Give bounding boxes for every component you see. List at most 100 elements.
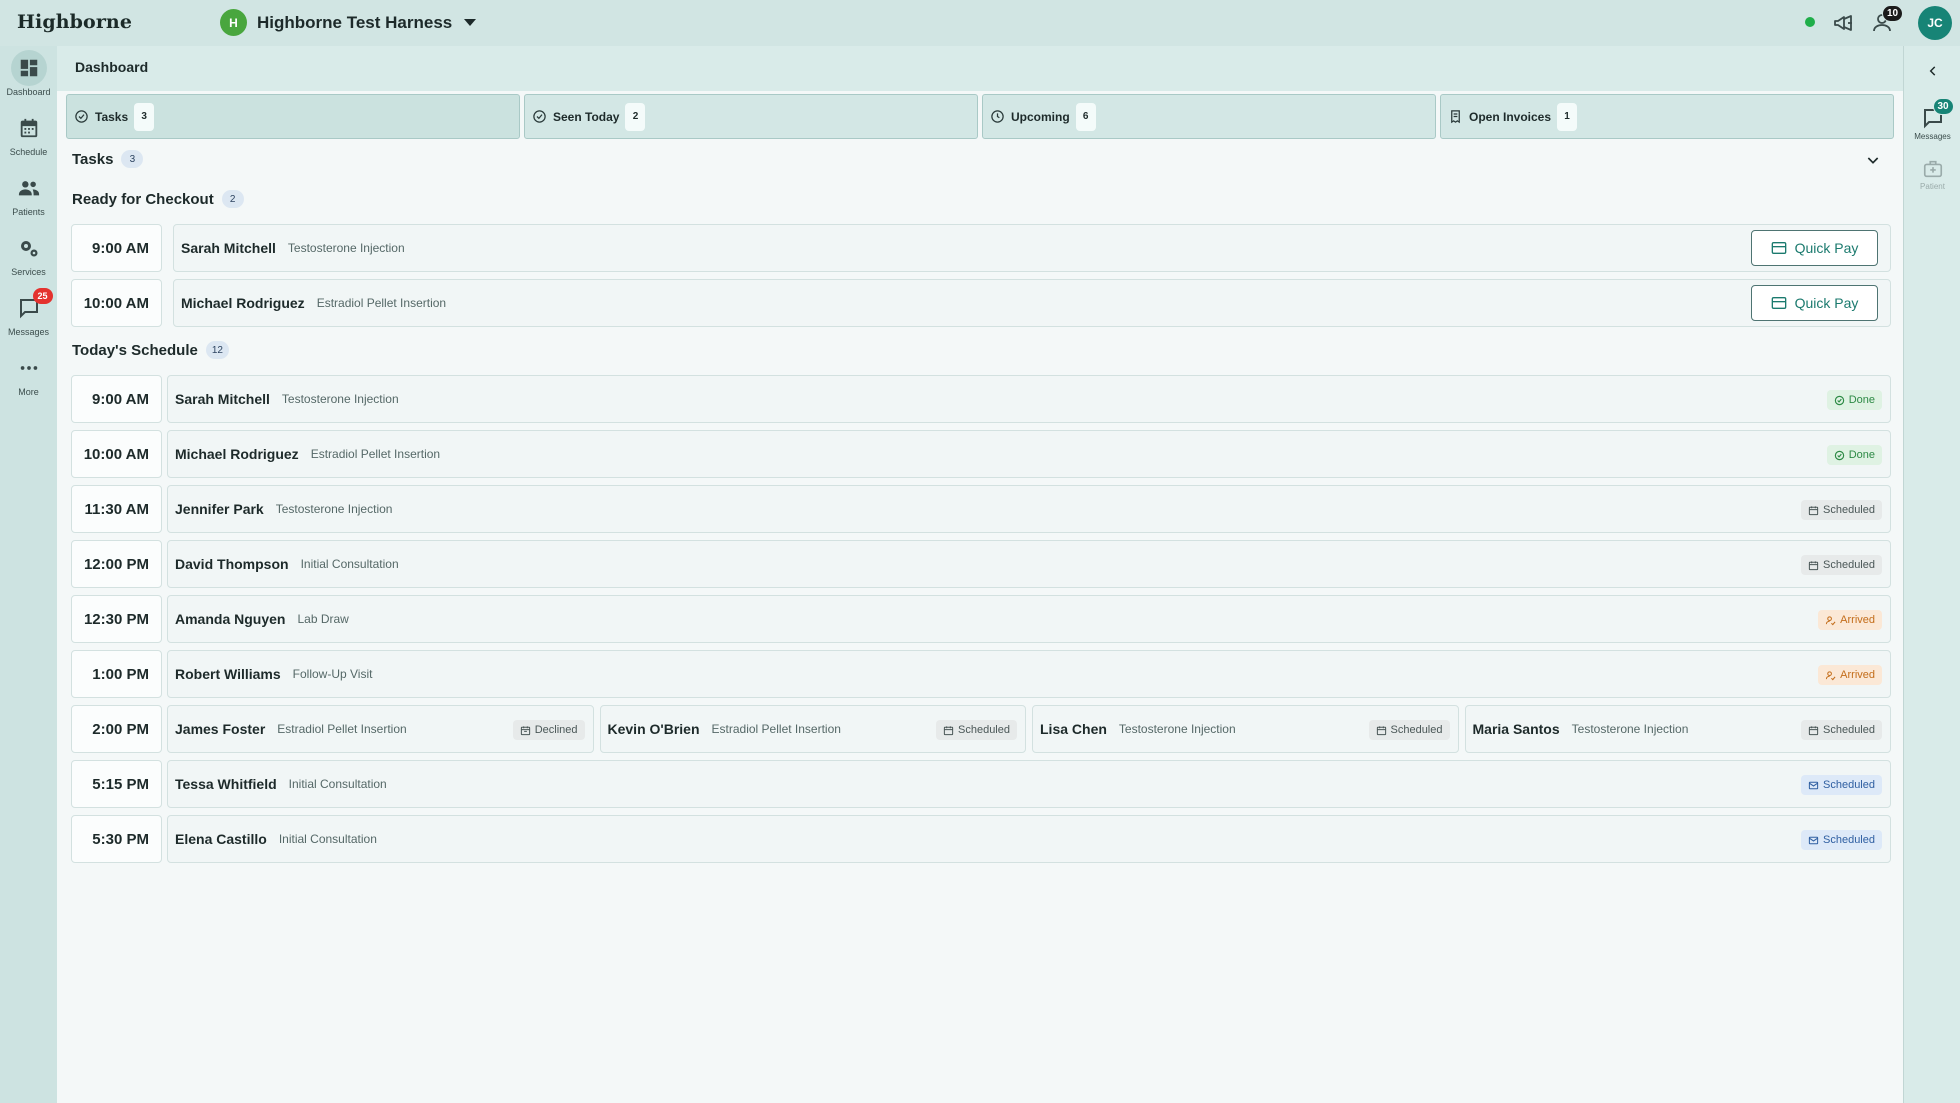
envelope-icon — [1808, 780, 1819, 791]
nav-label: More — [18, 387, 39, 397]
checkout-section-header: Ready for Checkout 2 — [72, 190, 244, 208]
calendar-icon — [1808, 560, 1819, 571]
appointment-card[interactable]: Tessa Whitfield Initial Consultation Sched… — [167, 760, 1891, 808]
nav-label: Services — [11, 267, 46, 277]
top-bar: Highborne H Highborne Test Harness 10 JC — [0, 0, 1960, 46]
collapse-panel-button[interactable] — [1904, 64, 1960, 78]
status-badge: Scheduled — [1801, 775, 1882, 795]
appointment-card[interactable]: Amanda Nguyen Lab Draw Arrived — [167, 595, 1891, 643]
megaphone-icon[interactable] — [1832, 11, 1856, 35]
status-badge: Done — [1826, 390, 1882, 410]
appointment-card[interactable]: David Thompson Initial Consultation Schedu… — [167, 540, 1891, 588]
tab-label: Tasks — [95, 109, 129, 124]
appointment-card[interactable]: Elena Castillo Initial Consultation Schedu… — [167, 815, 1891, 863]
tab-seen-today[interactable]: Seen Today 2 — [524, 94, 978, 139]
org-switcher[interactable]: H Highborne Test Harness — [220, 9, 477, 36]
nav-item-messages[interactable]: 25 Messages — [0, 288, 57, 337]
status-label: Arrived — [1840, 614, 1875, 626]
checkout-row: 10:00 AM Michael Rodriguez Estradiol Pel… — [71, 279, 1891, 327]
quick-pay-label: Quick Pay — [1794, 240, 1859, 256]
tab-upcoming[interactable]: Upcoming 6 — [982, 94, 1436, 139]
calendar-icon — [11, 110, 47, 146]
org-name: Highborne Test Harness — [257, 12, 453, 32]
schedule-row: 9:00 AM Sarah Mitchell Testosterone Inject… — [71, 375, 1891, 423]
service-name: Testosterone Injection — [1571, 722, 1689, 736]
schedule-row: 5:30 PM Elena Castillo Initial Consultatio… — [71, 815, 1891, 863]
appointment-card[interactable]: Sarah Mitchell Testosterone Injection Done — [167, 375, 1891, 423]
status-label: Scheduled — [1823, 504, 1875, 516]
time-slot: 10:00 AM — [71, 430, 162, 478]
schedule-title: Today's Schedule — [72, 341, 198, 359]
tasks-count: 3 — [121, 150, 144, 168]
patient-name: Sarah Mitchell — [175, 391, 270, 407]
appointment-card[interactable]: Kevin O'Brien Estradiol Pellet Insertion S… — [599, 705, 1026, 753]
panel-item-messages[interactable]: 30 Messages — [1904, 98, 1960, 141]
gear-icon — [11, 230, 47, 266]
person-arrived-icon — [1825, 670, 1836, 681]
messages-badge: 25 — [32, 288, 53, 304]
checkout-appointment[interactable]: Sarah Mitchell Testosterone Injection Qu… — [173, 224, 1891, 272]
service-name: Initial Consultation — [288, 777, 387, 791]
messages-badge: 30 — [1932, 98, 1954, 115]
time-slot: 9:00 AM — [71, 375, 162, 423]
more-icon — [11, 350, 47, 386]
nav-label: Patients — [12, 207, 45, 217]
nav-label: Messages — [7, 327, 50, 337]
right-panel: 30 Messages Patient — [1903, 46, 1960, 1103]
status-label: Scheduled — [1823, 834, 1875, 846]
service-name: Lab Draw — [297, 612, 349, 626]
envelope-icon — [1808, 835, 1819, 846]
nav-item-services[interactable]: Services — [0, 230, 57, 277]
status-label: Scheduled — [1390, 724, 1443, 736]
tab-tasks[interactable]: Tasks 3 — [66, 94, 520, 139]
patient-name: Amanda Nguyen — [175, 611, 286, 627]
tab-count: 1 — [1557, 102, 1578, 131]
status-label: Arrived — [1840, 669, 1875, 681]
chevron-down-icon[interactable] — [1865, 152, 1881, 168]
schedule-row: 1:00 PM Robert Williams Follow-Up Visit Arr… — [71, 650, 1891, 698]
time-slot: 5:30 PM — [71, 815, 162, 863]
status-label: Scheduled — [1823, 724, 1875, 736]
schedule-row: 12:30 PM Amanda Nguyen Lab Draw Arrived — [71, 595, 1891, 643]
nav-item-more[interactable]: More — [0, 350, 57, 397]
credit-card-icon — [1771, 297, 1786, 309]
chevron-left-icon — [1929, 66, 1935, 76]
appointment-card[interactable]: Michael Rodriguez Estradiol Pellet Insert… — [167, 430, 1891, 478]
schedule-row: 5:15 PM Tessa Whitfield Initial Consultati… — [71, 760, 1891, 808]
tab-open-invoices[interactable]: Open Invoices 1 — [1440, 94, 1894, 139]
checkout-appointment[interactable]: Michael Rodriguez Estradiol Pellet Inser… — [173, 279, 1891, 327]
patient-name: Michael Rodriguez — [175, 446, 299, 462]
brand-logo[interactable]: Highborne — [17, 11, 132, 33]
service-name: Estradiol Pellet Insertion — [277, 722, 407, 736]
nav-label: Dashboard — [6, 87, 51, 97]
check-circle-icon — [75, 110, 88, 123]
quick-pay-button[interactable]: Quick Pay — [1751, 230, 1878, 266]
nav-item-patients[interactable]: Patients — [0, 170, 57, 217]
appointment-card[interactable]: Robert Williams Follow-Up Visit Arrived — [167, 650, 1891, 698]
panel-item-patient[interactable]: Patient — [1904, 158, 1960, 191]
user-queue-icon[interactable]: 10 — [1872, 5, 1904, 35]
calendar-minus-icon — [520, 725, 531, 736]
panel-label: Messages — [1914, 132, 1951, 141]
appointment-card[interactable]: Maria Santos Testosterone Injection Schedu… — [1464, 705, 1891, 753]
calendar-icon — [943, 725, 954, 736]
nav-label: Schedule — [9, 147, 48, 157]
status-label: Scheduled — [958, 724, 1010, 736]
appointment-card[interactable]: Lisa Chen Testosterone Injection Scheduled — [1032, 705, 1459, 753]
quick-pay-button[interactable]: Quick Pay — [1751, 285, 1878, 321]
nav-item-schedule[interactable]: Schedule — [0, 110, 57, 157]
chat-icon: 25 — [11, 288, 53, 326]
appointment-card[interactable]: Jennifer Park Testosterone Injection Sched… — [167, 485, 1891, 533]
status-badge: Declined — [512, 720, 585, 740]
quick-pay-label: Quick Pay — [1794, 295, 1859, 311]
user-avatar[interactable]: JC — [1918, 6, 1952, 40]
nav-item-dashboard[interactable]: Dashboard — [0, 50, 57, 97]
patient-name: Lisa Chen — [1040, 721, 1107, 737]
tasks-section-header[interactable]: Tasks 3 — [72, 150, 144, 168]
left-nav: Dashboard Schedule Patients Services 25 … — [0, 46, 57, 1103]
appointment-card[interactable]: James Foster Estradiol Pellet Insertion De… — [167, 705, 594, 753]
patient-name: Robert Williams — [175, 666, 281, 682]
schedule-count: 12 — [205, 341, 229, 359]
patient-name: David Thompson — [175, 556, 289, 572]
main-content: Dashboard Tasks 3 Seen Today 2 Upcoming … — [57, 46, 1903, 1103]
